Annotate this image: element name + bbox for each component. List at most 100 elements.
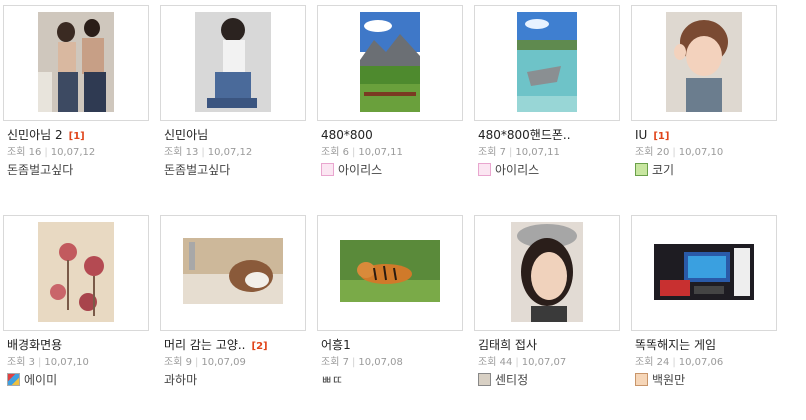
views-label: 조회 (7, 357, 26, 368)
post-title: 배경화면용 (7, 338, 63, 352)
views-label: 조회 (164, 357, 183, 368)
post-date: 10,07,08 (358, 357, 403, 368)
thumbnail-image (517, 12, 577, 112)
comment-count: [2] (251, 341, 268, 352)
post-date: 10,07,07 (521, 357, 567, 368)
author-link[interactable]: 코기 (635, 162, 674, 178)
author-name: 아이리스 (338, 163, 383, 177)
post-title-link[interactable]: 480*800핸드폰.. (478, 127, 577, 145)
post-title: 똑똑해지는 게임 (635, 338, 717, 352)
author-link[interactable]: ㅃㄸ (321, 372, 343, 388)
post-title-link[interactable]: 머리 감는 고양.. [2] (164, 337, 268, 355)
post-date: 10,07,12 (207, 147, 253, 158)
comment-count: [1] (68, 131, 85, 142)
views-label: 조회 (478, 147, 497, 158)
thumbnail-link[interactable] (160, 215, 306, 331)
post-date: 10,07,12 (50, 147, 96, 158)
author-link[interactable]: 센티정 (478, 372, 528, 388)
author-link[interactable]: 에이미 (7, 372, 57, 388)
author-name: 코기 (652, 163, 675, 177)
green-character-avatar-icon (635, 163, 648, 176)
pink-swirl-avatar-icon (321, 163, 334, 176)
thumbnail-image (511, 222, 583, 322)
author-name: 돈좀벌고싶다 (164, 163, 231, 177)
post-date: 10,07,11 (358, 147, 403, 158)
post-title: 480*800핸드폰.. (478, 128, 571, 142)
thumbnail-image (38, 12, 114, 112)
thumbnail-link[interactable] (160, 5, 306, 121)
thumbnail-link[interactable] (631, 215, 777, 331)
view-count: 9 (185, 357, 192, 368)
post-title: 480*800 (321, 128, 373, 142)
thumbnail-link[interactable] (474, 5, 620, 121)
post-title-link[interactable]: 배경화면용 (7, 337, 68, 355)
thumbnail-link[interactable] (631, 5, 777, 121)
view-count: 13 (185, 147, 199, 158)
thumbnail-link[interactable] (317, 5, 463, 121)
thumbnail-link[interactable] (3, 5, 149, 121)
post-date: 10,07,06 (678, 357, 724, 368)
post-title: 머리 감는 고양.. (164, 338, 246, 352)
view-count: 7 (499, 147, 506, 158)
thumbnail-link[interactable] (474, 215, 620, 331)
author-link[interactable]: 돈좀벌고싶다 (7, 162, 73, 178)
thumbnail-image (340, 240, 440, 302)
views-label: 조회 (321, 357, 340, 368)
author-link[interactable]: 돈좀벌고싶다 (164, 162, 230, 178)
post-title: 김태희 접사 (478, 338, 538, 352)
post-title-link[interactable]: 480*800 (321, 127, 379, 145)
author-link[interactable]: 아이리스 (321, 162, 382, 178)
author-name: 백원만 (652, 373, 686, 387)
post-date: 10,07,10 (44, 357, 89, 368)
views-label: 조회 (7, 147, 26, 158)
author-link[interactable]: 아이리스 (478, 162, 539, 178)
view-count: 3 (28, 357, 35, 368)
views-label: 조회 (321, 147, 340, 158)
post-title: IU (635, 128, 648, 142)
post-date: 10,07,11 (515, 147, 560, 158)
post-title-link[interactable]: 신민아님 2 [1] (7, 127, 85, 145)
views-label: 조회 (635, 357, 654, 368)
post-meta: 조회 6 | 10,07,11 (321, 147, 403, 158)
face-avatar-icon (635, 373, 648, 386)
views-label: 조회 (478, 357, 497, 368)
views-label: 조회 (164, 147, 183, 158)
post-title-link[interactable]: 어흥1 (321, 337, 357, 355)
thumbnail-image (654, 244, 754, 300)
thumbnail-image (183, 238, 283, 304)
comment-count: [1] (653, 131, 670, 142)
post-meta: 조회 44 | 10,07,07 (478, 357, 567, 368)
views-label: 조회 (635, 147, 654, 158)
thumbnail-image (195, 12, 271, 112)
post-meta: 조회 7 | 10,07,08 (321, 357, 403, 368)
view-count: 6 (342, 147, 349, 158)
post-title-link[interactable]: 김태희 접사 (478, 337, 543, 355)
view-count: 7 (342, 357, 349, 368)
post-meta: 조회 3 | 10,07,10 (7, 357, 89, 368)
post-meta: 조회 16 | 10,07,12 (7, 147, 96, 158)
photo-avatar-icon (478, 373, 491, 386)
post-title: 어흥1 (321, 338, 351, 352)
post-meta: 조회 20 | 10,07,10 (635, 147, 724, 158)
author-link[interactable]: 과하마 (164, 372, 197, 388)
view-count: 44 (499, 357, 513, 368)
post-title-link[interactable]: 똑똑해지는 게임 (635, 337, 722, 355)
author-name: ㅃㄸ (321, 373, 344, 387)
colorful-avatar-icon (7, 373, 20, 386)
thumbnail-image (360, 12, 420, 112)
author-link[interactable]: 백원만 (635, 372, 685, 388)
post-title-link[interactable]: IU [1] (635, 127, 669, 145)
author-name: 돈좀벌고싶다 (7, 163, 74, 177)
thumbnail-link[interactable] (3, 215, 149, 331)
post-meta: 조회 13 | 10,07,12 (164, 147, 253, 158)
thumbnail-link[interactable] (317, 215, 463, 331)
author-name: 과하마 (164, 373, 198, 387)
thumbnail-image (38, 222, 114, 322)
view-count: 24 (656, 357, 670, 368)
view-count: 20 (656, 147, 670, 158)
post-date: 10,07,10 (678, 147, 724, 158)
author-name: 에이미 (24, 373, 58, 387)
post-title-link[interactable]: 신민아님 (164, 127, 214, 145)
pink-swirl-avatar-icon (478, 163, 491, 176)
post-title: 신민아님 2 (7, 128, 63, 142)
